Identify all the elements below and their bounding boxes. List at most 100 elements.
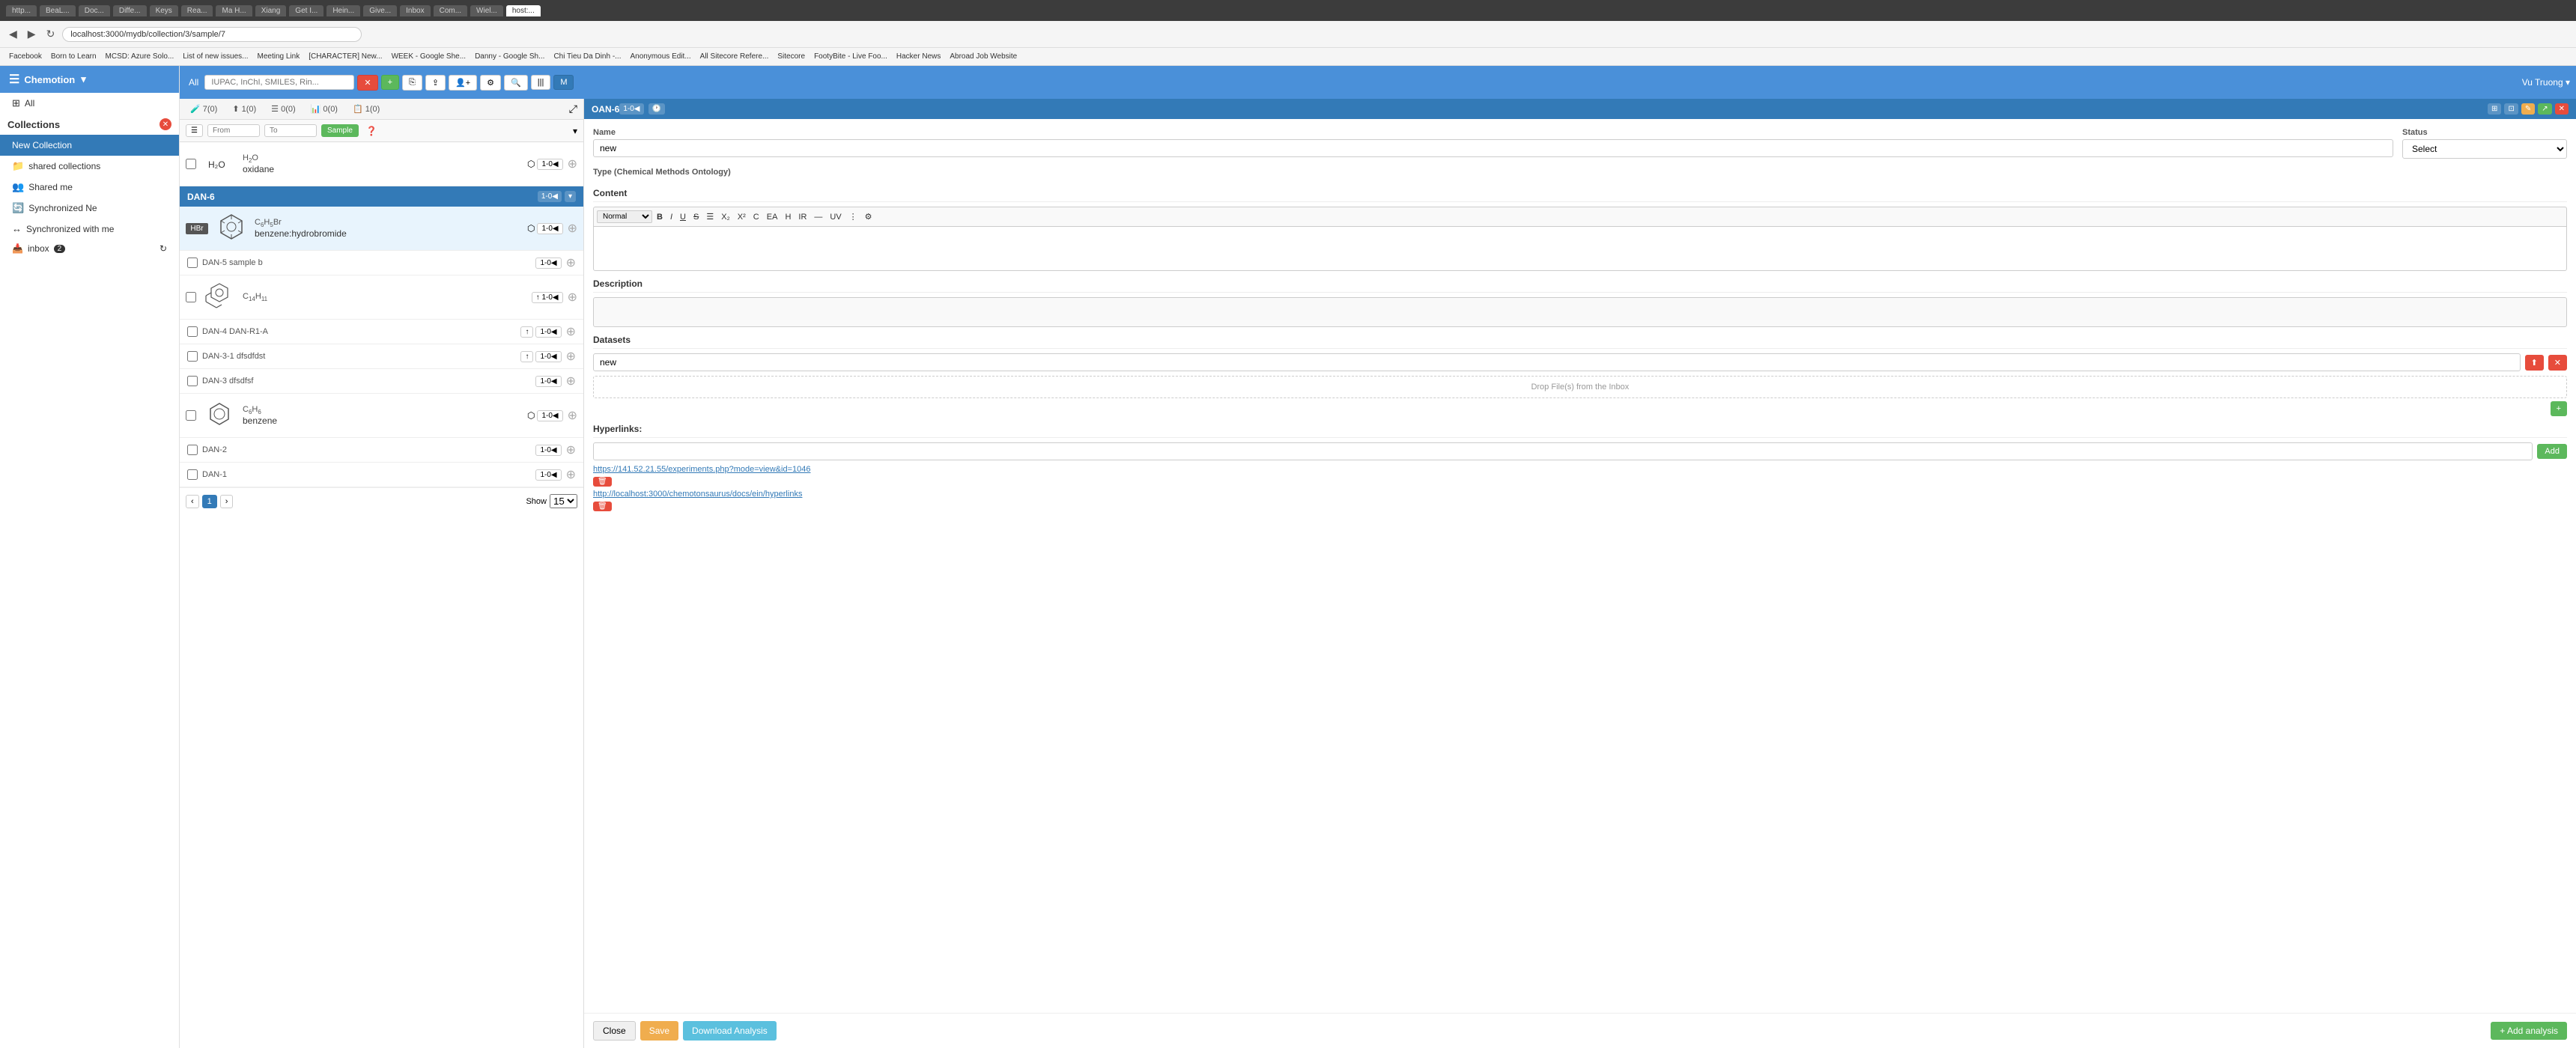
sample-checkbox-dan2[interactable]: [187, 445, 198, 455]
browser-tab[interactable]: Keys: [150, 5, 178, 16]
drag-handle-dan3[interactable]: ⊕: [566, 374, 576, 389]
browser-tab[interactable]: Diffe...: [113, 5, 147, 16]
bookmark-item[interactable]: Sitecore: [774, 52, 808, 61]
to-date-input[interactable]: [264, 124, 317, 137]
dan2-badge-btn[interactable]: 1-0◀: [535, 445, 561, 456]
bookmark-item[interactable]: WEEK - Google She...: [389, 52, 470, 61]
sample-row-benzene-br[interactable]: HBr C6H5B: [180, 207, 583, 251]
user-button[interactable]: 👤+: [449, 75, 477, 91]
sidebar-item-new-collection[interactable]: New Collection: [0, 135, 179, 156]
drag-handle[interactable]: ⊕: [568, 156, 577, 171]
bookmark-item[interactable]: List of new issues...: [180, 52, 251, 61]
bookmark-item[interactable]: Hacker News: [893, 52, 944, 61]
detail-badge-btn[interactable]: 1-0◀: [619, 103, 643, 115]
next-page-btn[interactable]: ›: [220, 495, 234, 508]
bullet-list-btn[interactable]: ☰: [703, 210, 717, 223]
bookmark-item[interactable]: Born to Learn: [48, 52, 100, 61]
search-adv-button[interactable]: 🔍: [504, 75, 528, 91]
uv-btn[interactable]: UV: [827, 211, 844, 223]
content-editor[interactable]: [593, 226, 2567, 271]
datasets-input[interactable]: [593, 353, 2521, 371]
h-btn[interactable]: H: [782, 211, 794, 223]
tab-samples[interactable]: ⬆ 1(0): [228, 102, 261, 116]
browser-tab[interactable]: Give...: [363, 5, 397, 16]
dan5-badge-btn[interactable]: 1-0◀: [535, 258, 561, 269]
sample-row-dan4[interactable]: DAN-4 DAN-R1-A ↑ 1-0◀ ⊕: [180, 320, 583, 344]
detail-btn-1[interactable]: ⊞: [2488, 103, 2501, 115]
forward-button[interactable]: ▶: [25, 26, 39, 42]
collections-close-button[interactable]: ✕: [160, 118, 171, 130]
subscript-btn[interactable]: X₂: [718, 211, 733, 223]
browser-tab[interactable]: Doc...: [79, 5, 110, 16]
detail-btn-2[interactable]: ⊡: [2504, 103, 2518, 115]
prev-page-btn[interactable]: ‹: [186, 495, 199, 508]
bookmark-item[interactable]: Anonymous Edit...: [628, 52, 694, 61]
detail-close-btn[interactable]: ✕: [2555, 103, 2569, 115]
browser-tab[interactable]: Xiang: [255, 5, 287, 16]
view-mode-btn[interactable]: ☰: [186, 124, 203, 137]
datasets-add-btn[interactable]: +: [2551, 401, 2567, 416]
hyperlink-link-2[interactable]: http://localhost:3000/chemotonsaurus/doc…: [593, 490, 2567, 499]
sample-row-benzene[interactable]: C6H6 benzene ⬡ 1-0◀ ⊕: [180, 394, 583, 438]
drag-handle-dan31[interactable]: ⊕: [566, 349, 576, 364]
browser-tab[interactable]: http...: [6, 5, 37, 16]
search-input[interactable]: [204, 75, 354, 90]
benzene-badge-btn[interactable]: 1-0◀: [537, 410, 562, 421]
per-page-select[interactable]: 15 25 50: [550, 494, 577, 508]
download-analysis-button[interactable]: Download Analysis: [683, 1021, 777, 1041]
dan4-badge-btn[interactable]: 1-0◀: [535, 326, 561, 338]
dash-btn[interactable]: —: [811, 211, 825, 223]
bookmark-item[interactable]: MCSD: Azure Solo...: [103, 52, 177, 61]
hamburger-icon[interactable]: ☰: [9, 72, 19, 87]
benzene-br-badge-btn[interactable]: 1-0◀: [537, 223, 562, 234]
sidebar-item-shared-collections[interactable]: 📁 shared collections: [0, 156, 179, 177]
name-input[interactable]: [593, 139, 2393, 157]
sample-checkbox-dan31[interactable]: [187, 351, 198, 362]
back-button[interactable]: ◀: [6, 26, 20, 42]
bookmark-item[interactable]: Danny - Google Sh...: [472, 52, 547, 61]
sample-checkbox[interactable]: [186, 159, 196, 169]
add-button[interactable]: +: [381, 75, 399, 90]
more-btn[interactable]: ⋮: [846, 210, 860, 223]
dan31-up-btn[interactable]: ↑: [520, 351, 533, 362]
info-icon[interactable]: ❓: [366, 126, 377, 136]
mol-button[interactable]: M: [553, 75, 574, 90]
sample-checkbox-benzene[interactable]: [186, 410, 196, 421]
ea-btn[interactable]: EA: [764, 211, 781, 223]
drag-handle-dan4[interactable]: ⊕: [566, 324, 576, 339]
detail-btn-3[interactable]: ✎: [2521, 103, 2535, 115]
detail-btn-4[interactable]: ↗: [2538, 103, 2551, 115]
italic-btn[interactable]: I: [667, 211, 675, 223]
hyperlink-link-1[interactable]: https://141.52.21.55/experiments.php?mod…: [593, 465, 2567, 474]
hyperlink-input[interactable]: [593, 442, 2533, 460]
sample-checkbox-dan1[interactable]: [187, 469, 198, 480]
sample-checkbox-dan3[interactable]: [187, 376, 198, 386]
collapse-icon[interactable]: ▾: [573, 126, 577, 136]
settings-editor-btn[interactable]: ⚙: [862, 210, 875, 223]
share-button[interactable]: ⇪: [425, 75, 446, 91]
sidebar-item-synchronized-with-me[interactable]: ↔ Synchronized with me: [0, 219, 179, 239]
superscript-btn[interactable]: X²: [735, 211, 749, 223]
browser-tab[interactable]: Ma H...: [216, 5, 252, 16]
toolbar-filter-all[interactable]: All: [186, 77, 201, 88]
detail-clock-btn[interactable]: 🕐: [648, 103, 665, 115]
bookmark-item[interactable]: All Sitecore Refere...: [697, 52, 772, 61]
drag-handle-2[interactable]: ⊕: [568, 221, 577, 236]
drag-handle-dan1[interactable]: ⊕: [566, 467, 576, 482]
datasets-delete-btn[interactable]: ⬆: [2525, 355, 2544, 371]
add-analysis-button[interactable]: + Add analysis: [2491, 1022, 2567, 1040]
tab-wellplates[interactable]: ☰ 0(0): [267, 102, 300, 116]
bookmark-item[interactable]: Meeting Link: [255, 52, 303, 61]
sample-checkbox-dan5[interactable]: [187, 258, 198, 268]
url-bar[interactable]: localhost:3000/mydb/collection/3/sample/…: [62, 27, 362, 42]
sample-row-dan1[interactable]: DAN-1 1-0◀ ⊕: [180, 463, 583, 487]
sample-row-dan2[interactable]: DAN-2 1-0◀ ⊕: [180, 438, 583, 463]
dan6-badge-btn[interactable]: 1-0◀: [538, 191, 562, 202]
browser-tab[interactable]: BeaL...: [40, 5, 76, 16]
bookmark-item[interactable]: FootyBite - Live Foo...: [811, 52, 890, 61]
sample-row-dan3[interactable]: DAN-3 dfsdfsf 1-0◀ ⊕: [180, 369, 583, 394]
tab-research[interactable]: 📋 1(0): [348, 102, 384, 116]
copy-button[interactable]: ⎘: [402, 75, 422, 91]
drag-handle-dan5[interactable]: ⊕: [566, 255, 576, 270]
sample-row-c14h11[interactable]: C14H11 ↑ 1-0◀ ⊕: [180, 275, 583, 320]
